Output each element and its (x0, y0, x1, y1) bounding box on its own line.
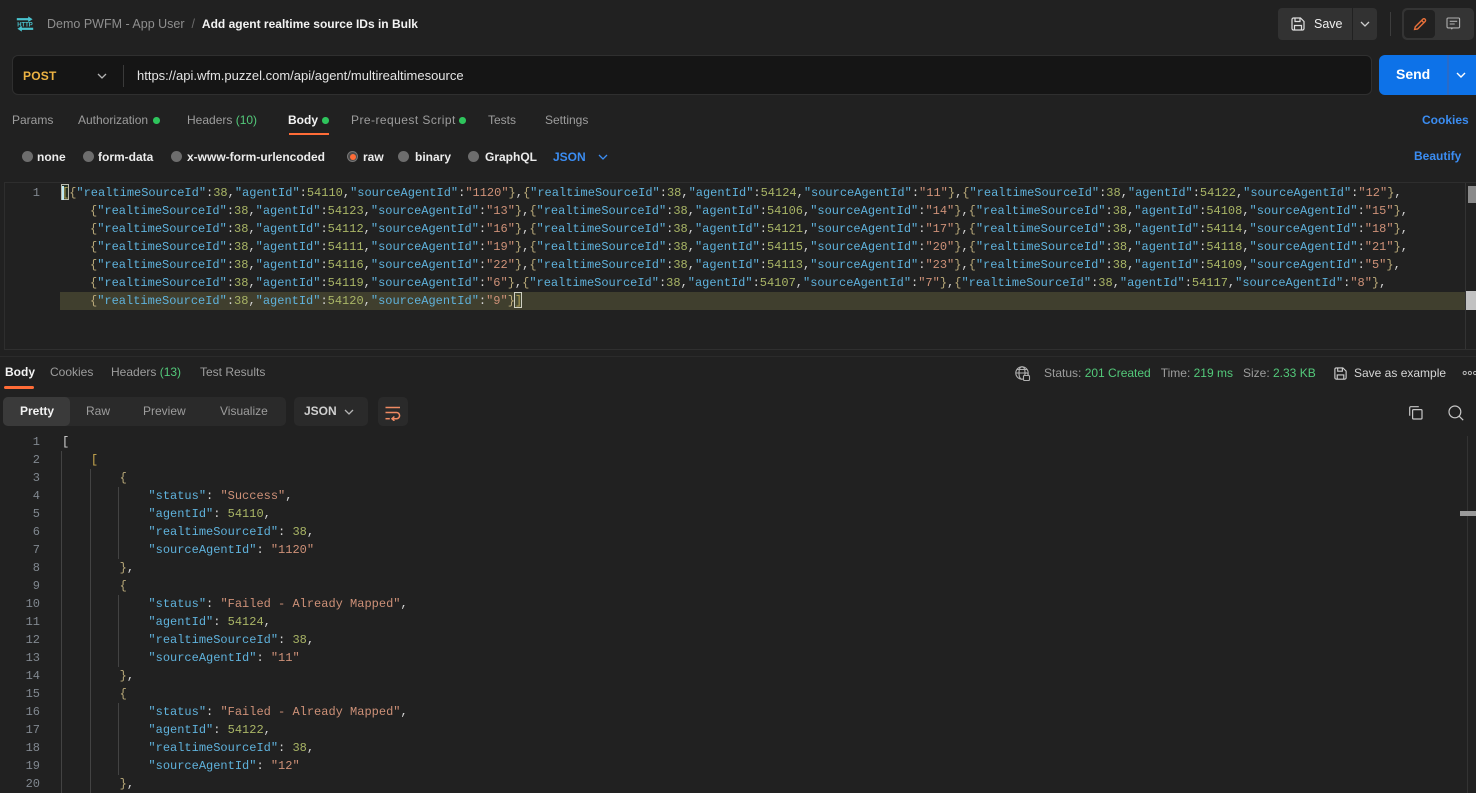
svg-text:HTTP: HTTP (17, 22, 33, 29)
